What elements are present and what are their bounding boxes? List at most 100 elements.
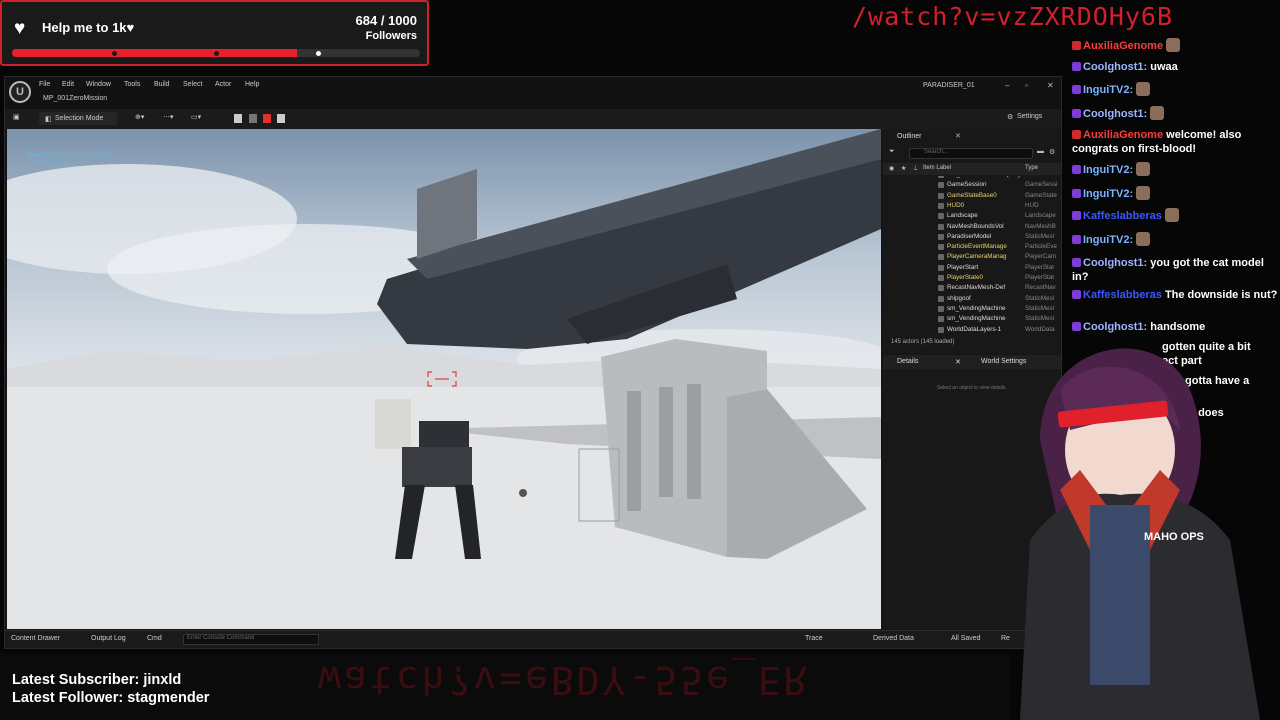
heart-hands-icon: ♥ bbox=[14, 18, 26, 39]
skip-frame-button[interactable] bbox=[249, 114, 257, 123]
outliner-row[interactable]: PlayerCameraManag PlayerCam bbox=[883, 252, 1061, 262]
chat-username[interactable]: Coolghost1: bbox=[1083, 257, 1147, 269]
outliner-row[interactable]: NavMeshBoundsVol NavMeshB bbox=[883, 222, 1061, 232]
content-drawer-button[interactable]: Content Drawer bbox=[11, 635, 60, 642]
outliner-row-name: MP_001ZeroMission (Play In Edito bbox=[947, 176, 1044, 178]
menu-window[interactable]: Window bbox=[86, 81, 111, 88]
tab-details[interactable]: Details bbox=[897, 358, 918, 365]
folder-icon[interactable]: ▬ bbox=[1037, 148, 1044, 155]
console-placeholder: Enter Console Command bbox=[187, 635, 255, 641]
level-tab[interactable]: MP_001ZeroMission bbox=[43, 95, 107, 102]
menu-build[interactable]: Build bbox=[154, 81, 170, 88]
editor-statusbar: Content Drawer Output Log Cmd Enter Cons… bbox=[5, 630, 1061, 648]
actor-icon bbox=[938, 326, 944, 333]
chat-username[interactable]: AuxiliaGenome bbox=[1083, 40, 1163, 52]
menu-actor[interactable]: Actor bbox=[215, 81, 231, 88]
actor-count: 145 actors (145 loaded) bbox=[891, 339, 955, 345]
outliner-row[interactable]: PlayerStart PlayerStar bbox=[883, 263, 1061, 273]
gear-icon[interactable]: ⚙ bbox=[1049, 148, 1055, 156]
chat-username[interactable]: Coolghost1: bbox=[1083, 61, 1147, 73]
settings-label[interactable]: Settings bbox=[1017, 113, 1042, 120]
menu-edit[interactable]: Edit bbox=[62, 81, 74, 88]
derived-data-button[interactable]: Derived Data bbox=[873, 635, 914, 642]
chat-emote-icon bbox=[1136, 82, 1151, 96]
vtuber-avatar: MAHO OPS bbox=[1020, 348, 1260, 720]
chat-username[interactable]: InguiTV2: bbox=[1083, 234, 1133, 246]
stop-button[interactable] bbox=[263, 114, 271, 123]
blueprint-icon[interactable]: ⋯▾ bbox=[163, 113, 174, 121]
chat-username[interactable]: InguiTV2: bbox=[1083, 84, 1133, 96]
outliner-row[interactable]: GameStateBase0 GameState bbox=[883, 191, 1061, 201]
outliner-row-name: PlayerCameraManag bbox=[947, 253, 1007, 261]
outliner-row[interactable]: PlayerState0 PlayerStat bbox=[883, 273, 1061, 283]
filter-icon[interactable]: ⏷ bbox=[889, 148, 895, 156]
hud-readout: Health: 100 / Armor: 100.0 Left Shoulder… bbox=[27, 151, 109, 169]
menu-tools[interactable]: Tools bbox=[124, 81, 140, 88]
outliner-row[interactable]: sm_VendingMachine StaticMesl bbox=[883, 304, 1061, 314]
outliner-row[interactable]: RecastNavMesh-Def RecastNav bbox=[883, 283, 1061, 293]
all-saved-button[interactable]: All Saved bbox=[951, 635, 981, 642]
eject-button[interactable] bbox=[277, 114, 285, 123]
minimize-icon[interactable]: – bbox=[1005, 81, 1009, 90]
menu-select[interactable]: Select bbox=[183, 81, 202, 88]
col-item-label[interactable]: Item Label bbox=[923, 165, 951, 171]
outliner-row[interactable]: GameSession GameSessi bbox=[883, 180, 1061, 190]
actor-icon bbox=[938, 316, 944, 323]
maximize-icon[interactable]: ▫ bbox=[1025, 81, 1028, 90]
chat-username[interactable]: InguiTV2: bbox=[1083, 188, 1133, 200]
outliner-row[interactable]: ParadiserModel StaticMesl bbox=[883, 232, 1061, 242]
close-icon[interactable]: ✕ bbox=[1047, 81, 1054, 90]
console-input[interactable]: Enter Console Command bbox=[183, 634, 319, 645]
outliner-row[interactable]: Landscape Landscape bbox=[883, 211, 1061, 221]
col-type[interactable]: Type bbox=[1025, 165, 1038, 171]
visibility-icon[interactable]: ◉ bbox=[889, 165, 894, 172]
outliner-row-name: GameStateBase0 bbox=[947, 191, 997, 199]
actor-icon bbox=[938, 295, 944, 302]
outliner-row-name: sm_VendingMachine bbox=[947, 315, 1006, 323]
menu-file[interactable]: File bbox=[39, 81, 50, 88]
star-icon[interactable]: ★ bbox=[901, 165, 906, 172]
settings-icon[interactable]: ⚙ bbox=[1007, 113, 1013, 121]
close-details-icon[interactable]: ✕ bbox=[955, 358, 961, 366]
overlay-url-text: /watch?v=vzZXRDOHy6B bbox=[852, 2, 1174, 31]
editor-toolbar: ▣ ◧ Selection Mode ⊕▾ ⋯▾ ▭▾ ⚙ Settings bbox=[5, 109, 1061, 129]
pin-icon[interactable]: ⊥ bbox=[913, 165, 918, 172]
search-placeholder: Search... bbox=[924, 149, 949, 155]
chat-text: uwaa bbox=[1150, 61, 1178, 73]
outliner-title: Outliner bbox=[897, 133, 922, 140]
outliner-row[interactable]: HUD0 HUD bbox=[883, 201, 1061, 211]
output-log-button[interactable]: Output Log bbox=[91, 635, 126, 642]
mirrored-url-text: watch?v=eBDY-55e_ER bbox=[318, 658, 810, 702]
cmd-dropdown[interactable]: Cmd bbox=[147, 635, 162, 642]
outliner-row-name: WorldDataLayers-1 bbox=[947, 325, 1002, 333]
chat-username[interactable]: AuxiliaGenome bbox=[1083, 129, 1163, 141]
chat-username[interactable]: Kaffeslabberas bbox=[1083, 289, 1162, 301]
chat-username[interactable]: Coolghost1: bbox=[1083, 108, 1147, 120]
outliner-search-input[interactable]: Search... bbox=[909, 148, 1033, 159]
save-icon[interactable]: ▣ bbox=[13, 113, 20, 121]
chat-message: AuxiliaGenome bbox=[1072, 38, 1280, 53]
avatar-shirt bbox=[1090, 505, 1150, 685]
outliner-row[interactable]: shipgoof StaticMesl bbox=[883, 294, 1061, 304]
level-viewport[interactable]: Health: 100 / Armor: 100.0 Left Shoulder… bbox=[7, 129, 881, 629]
close-outliner-icon[interactable]: ✕ bbox=[955, 132, 961, 140]
outliner-row-type: StaticMesl bbox=[1025, 304, 1055, 312]
menu-help[interactable]: Help bbox=[245, 81, 259, 88]
cinematics-icon[interactable]: ▭▾ bbox=[191, 113, 201, 121]
trace-button[interactable]: Trace bbox=[805, 635, 823, 642]
chat-message: Kaffeslabberas The downside is nut? bbox=[1072, 288, 1280, 302]
outliner-row[interactable]: ParticleEventManage ParticleEve bbox=[883, 242, 1061, 252]
chat-username[interactable]: InguiTV2: bbox=[1083, 164, 1133, 176]
add-actor-icon[interactable]: ⊕▾ bbox=[135, 113, 144, 121]
selection-mode-dropdown[interactable]: ◧ Selection Mode bbox=[39, 112, 117, 125]
outliner-row-type: NavMeshB bbox=[1025, 222, 1056, 230]
chat-username[interactable]: Kaffeslabberas bbox=[1083, 210, 1162, 222]
chat-badge-icon bbox=[1072, 211, 1081, 220]
unreal-logo-icon[interactable]: U bbox=[9, 81, 31, 103]
mech-torso bbox=[402, 447, 472, 487]
latest-subscriber: Latest Subscriber: jinxld bbox=[12, 672, 182, 688]
pause-button[interactable] bbox=[234, 114, 242, 123]
outliner-row-name: GameSession bbox=[947, 181, 987, 189]
latest-events: Latest Subscriber: jinxld Latest Followe… bbox=[12, 671, 209, 707]
outliner-row-type: StaticMesl bbox=[1025, 294, 1055, 302]
